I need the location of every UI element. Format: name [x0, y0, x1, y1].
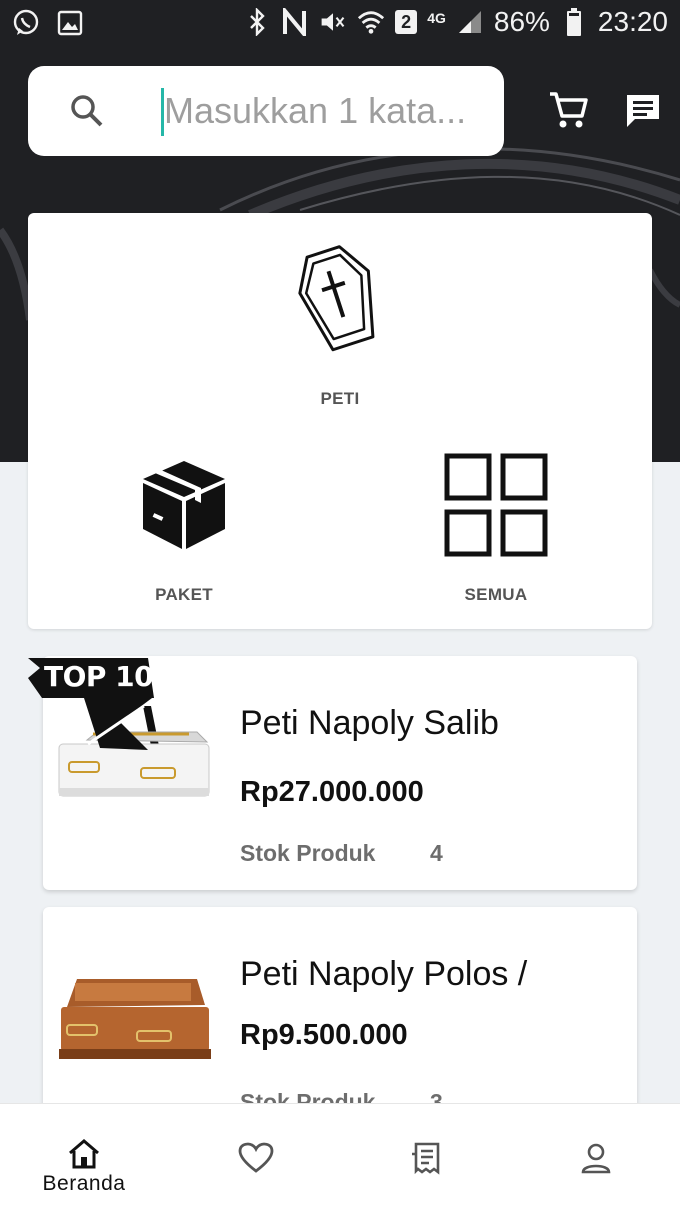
nav-favorites[interactable] — [236, 1142, 276, 1179]
receipt-icon — [410, 1142, 442, 1180]
coffin-icon — [280, 243, 400, 353]
product-name: Peti Napoly Salib — [240, 704, 499, 742]
category-label: PETI — [320, 389, 360, 408]
search-bar[interactable] — [28, 66, 504, 156]
whatsapp-icon — [12, 9, 40, 37]
category-label: PAKET — [155, 585, 213, 604]
search-input[interactable] — [164, 86, 484, 136]
nav-label: Beranda — [42, 1172, 126, 1195]
nav-beranda[interactable]: Beranda — [34, 1138, 134, 1196]
category-peti[interactable]: PETI — [280, 243, 400, 409]
category-label: SEMUA — [464, 585, 528, 604]
category-card: PETI PAKET SEMUA — [28, 213, 652, 629]
stock-label: Stok Produk — [240, 840, 376, 866]
nav-profile[interactable] — [576, 1142, 616, 1179]
top10-badge: TOP 10 — [28, 658, 154, 750]
wifi-icon — [357, 8, 385, 36]
package-icon — [124, 457, 244, 553]
product-name: Peti Napoly Polos / — [240, 955, 528, 993]
bottom-navigation: Beranda — [0, 1103, 680, 1209]
bluetooth-icon — [243, 8, 271, 36]
network-type: 4G — [427, 10, 446, 26]
category-semua[interactable]: SEMUA — [436, 453, 556, 605]
nav-orders[interactable] — [406, 1140, 446, 1181]
chat-icon[interactable] — [624, 92, 662, 135]
badge-label: TOP 10 — [44, 660, 154, 693]
clock: 23:20 — [597, 6, 668, 37]
mute-icon — [319, 8, 347, 36]
grid-icon — [436, 453, 556, 557]
home-icon — [34, 1138, 134, 1170]
gallery-icon — [56, 9, 84, 37]
cart-icon[interactable] — [548, 90, 588, 135]
product-price: Rp27.000.000 — [240, 776, 424, 808]
heart-icon — [238, 1142, 274, 1178]
product-stock: Stok Produk 4 — [240, 840, 443, 867]
battery-percent: 86% — [493, 6, 550, 37]
sim2-icon: 2 — [395, 10, 418, 34]
product-price: Rp9.500.000 — [240, 1019, 408, 1051]
stock-value: 4 — [430, 840, 443, 866]
product-image — [57, 977, 213, 1068]
battery-icon — [560, 8, 588, 36]
category-paket[interactable]: PAKET — [124, 457, 244, 605]
signal-icon — [456, 8, 484, 36]
search-icon[interactable] — [68, 92, 106, 135]
status-bar: 2 4G 86% 23:20 — [0, 0, 680, 50]
nfc-icon — [281, 8, 309, 36]
user-icon — [580, 1143, 612, 1178]
